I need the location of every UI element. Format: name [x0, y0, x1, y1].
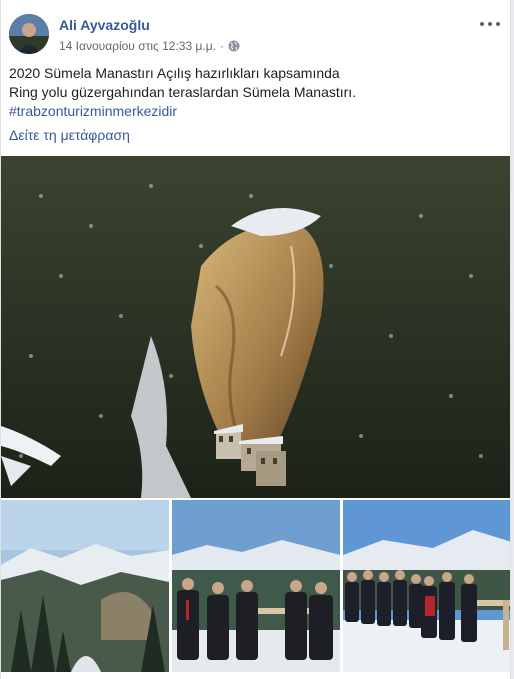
hashtag-link[interactable]: #trabzonturizminmerkezidir [9, 103, 177, 119]
post-text-line: 2020 Sümela Manastırı Açılış hazırlıklar… [9, 65, 340, 81]
monastery-cliff-photo[interactable] [1, 156, 510, 498]
post-text-line: Ring yolu güzergahından teraslardan Süme… [9, 84, 357, 100]
post-card: Ali Ayvazoğlu 14 Ιανουαρίου στις 12:33 μ… [0, 0, 511, 679]
author-name[interactable]: Ali Ayvazoğlu [59, 17, 150, 33]
avatar[interactable] [9, 14, 49, 54]
group-photo-1[interactable] [172, 500, 340, 672]
photo-grid [1, 500, 510, 672]
post-timestamp[interactable]: 14 Ιανουαρίου στις 12:33 μ.μ. [59, 39, 216, 53]
more-options-icon[interactable] [480, 16, 500, 32]
meta-separator: · [219, 39, 224, 53]
post-text: 2020 Sümela Manastırı Açılış hazırlıklar… [9, 64, 504, 121]
group-photo-2[interactable] [343, 500, 510, 672]
post-header: Ali Ayvazoğlu 14 Ιανουαρίου στις 12:33 μ… [9, 14, 504, 58]
globe-icon[interactable] [228, 40, 240, 52]
see-translation-link[interactable]: Δείτε τη μετάφραση [9, 127, 130, 143]
mountain-view-photo[interactable] [1, 500, 169, 672]
post-meta: 14 Ιανουαρίου στις 12:33 μ.μ. · [59, 39, 240, 53]
